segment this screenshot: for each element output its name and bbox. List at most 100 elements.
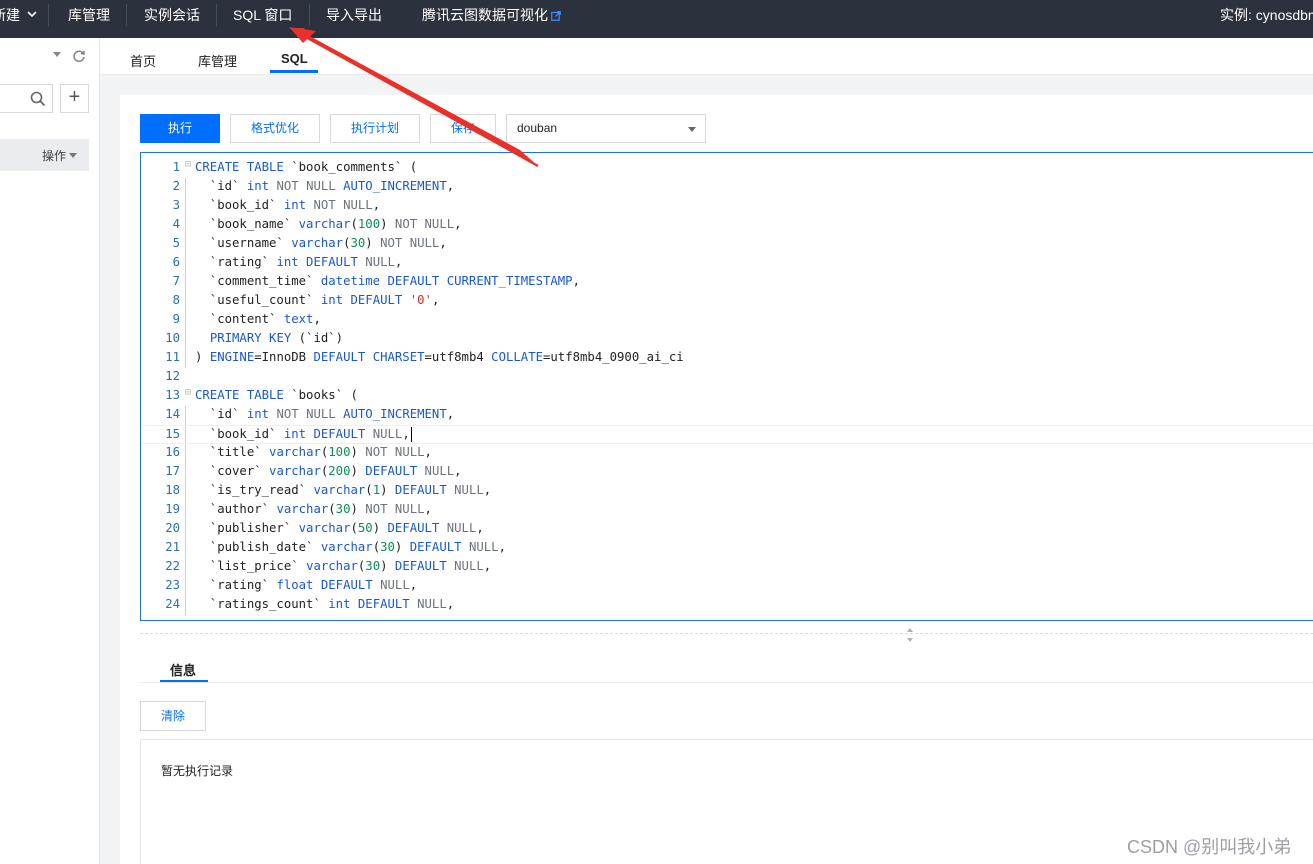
clear-button[interactable]: 清除	[140, 701, 206, 731]
code-text: PRIMARY KEY (`id`)	[209, 331, 344, 345]
nav-data-visualization[interactable]: 腾讯云图数据可视化	[422, 0, 561, 38]
code-text: `comment_time` datetime DEFAULT CURRENT_…	[195, 274, 580, 288]
execute-button[interactable]: 执行	[140, 114, 220, 143]
tab-info[interactable]: 信息	[170, 660, 196, 679]
operation-label: 操作	[42, 149, 67, 163]
code-line[interactable]: 1 ⊟ CREATE TABLE `book_comments` (	[141, 159, 1313, 178]
database-select[interactable]: douban	[506, 114, 706, 143]
code-line[interactable]: 4 `book_name` varchar(100) NOT NULL,	[141, 216, 1313, 235]
nav-db-management[interactable]: 库管理	[68, 0, 110, 38]
line-number: 3	[172, 198, 180, 212]
line-number: 18	[165, 483, 180, 497]
divider	[309, 4, 310, 26]
code-line[interactable]: 19 `author` varchar(30) NOT NULL,	[141, 501, 1313, 520]
indent-guide	[185, 254, 186, 273]
indent-guide	[185, 426, 186, 443]
code-line[interactable]: 3 `book_id` int NOT NULL,	[141, 197, 1313, 216]
nav-import-export-label: 导入导出	[326, 7, 382, 23]
line-number: 5	[172, 236, 180, 250]
line-number: 2	[172, 179, 180, 193]
sidebar-search-input[interactable]	[0, 84, 53, 113]
external-link-icon	[551, 11, 561, 22]
line-number: 9	[172, 312, 180, 326]
refresh-icon[interactable]	[72, 49, 86, 63]
code-line[interactable]: 11) ENGINE=InnoDB DEFAULT CHARSET=utf8mb…	[141, 349, 1313, 368]
database-select-value: douban	[517, 121, 558, 135]
code-line[interactable]: 10 PRIMARY KEY (`id`)	[141, 330, 1313, 349]
empty-result-message: 暂无执行记录	[161, 764, 234, 778]
code-line[interactable]: 7 `comment_time` datetime DEFAULT CURREN…	[141, 273, 1313, 292]
code-line[interactable]: 21 `publish_date` varchar(30) DEFAULT NU…	[141, 539, 1313, 558]
tab-db-management[interactable]: 库管理	[198, 51, 237, 70]
code-line[interactable]: 16 `title` varchar(100) NOT NULL,	[141, 444, 1313, 463]
indent-guide	[185, 558, 186, 577]
tab-sql[interactable]: SQL	[281, 51, 308, 66]
code-text: `book_name` varchar(100) NOT NULL,	[195, 217, 462, 231]
add-icon[interactable]: +	[60, 84, 89, 113]
code-line[interactable]: 18 `is_try_read` varchar(1) DEFAULT NULL…	[141, 482, 1313, 501]
fold-icon[interactable]: ⊟	[185, 159, 191, 170]
nav-import-export[interactable]: 导入导出	[326, 0, 382, 38]
resize-handle-icon[interactable]	[905, 626, 915, 644]
save-button[interactable]: 保存	[430, 114, 496, 143]
divider	[126, 4, 127, 26]
line-number: 1	[172, 160, 180, 174]
code-text: CREATE TABLE `book_comments` (	[195, 160, 418, 174]
execution-plan-button[interactable]: 执行计划	[330, 114, 420, 143]
code-text: `title` varchar(100) NOT NULL,	[195, 445, 432, 459]
line-number: 22	[165, 559, 180, 573]
line-number: 15	[165, 427, 180, 441]
code-line[interactable]: 12	[141, 368, 1313, 387]
code-line[interactable]: 5 `username` varchar(30) NOT NULL,	[141, 235, 1313, 254]
active-tab-indicator	[270, 70, 318, 73]
sql-editor[interactable]: 1 ⊟ CREATE TABLE `book_comments` ( 2 `id` i…	[140, 152, 1313, 621]
code-text: `book_id` int NOT NULL,	[195, 198, 381, 212]
line-number: 4	[172, 217, 180, 231]
code-text: `useful_count` int DEFAULT '0',	[195, 293, 440, 307]
pane-resizer[interactable]	[140, 633, 1313, 634]
line-number: 23	[165, 578, 180, 592]
nav-sql-window[interactable]: SQL 窗口	[233, 0, 292, 38]
code-line[interactable]: 6 `rating` int DEFAULT NULL,	[141, 254, 1313, 273]
chevron-down-icon[interactable]	[26, 9, 38, 19]
code-text: `cover` varchar(200) DEFAULT NULL,	[195, 464, 462, 478]
code-line[interactable]: 9 `content` text,	[141, 311, 1313, 330]
indent-guide	[185, 311, 186, 330]
nav-instance-session[interactable]: 实例会话	[144, 0, 200, 38]
code-text: `author` varchar(30) NOT NULL,	[195, 502, 432, 516]
line-number: 16	[165, 445, 180, 459]
caret-down-icon[interactable]	[53, 52, 61, 57]
code-line[interactable]: 8 `useful_count` int DEFAULT '0',	[141, 292, 1313, 311]
fold-icon[interactable]: ⊟	[185, 387, 191, 398]
code-line[interactable]: 20 `publisher` varchar(50) DEFAULT NULL,	[141, 520, 1313, 539]
code-text: `is_try_read` varchar(1) DEFAULT NULL,	[195, 483, 492, 497]
code-line[interactable]: 22 `list_price` varchar(30) DEFAULT NULL…	[141, 558, 1313, 577]
operation-dropdown[interactable]: 操作	[0, 139, 89, 171]
line-number: 6	[172, 255, 180, 269]
indent-guide	[185, 273, 186, 292]
caret-down-icon	[688, 127, 696, 132]
line-number: 10	[165, 331, 180, 345]
instance-info-label: 实例: cynosdbm	[1220, 7, 1313, 23]
indent-guide	[185, 178, 186, 197]
code-line[interactable]: 15 `book_id` int DEFAULT NULL,	[141, 425, 1313, 444]
divider	[216, 4, 217, 26]
indent-guide	[185, 596, 186, 615]
code-line[interactable]: 17 `cover` varchar(200) DEFAULT NULL,	[141, 463, 1313, 482]
line-number: 20	[165, 521, 180, 535]
code-text: `rating` int DEFAULT NULL,	[195, 255, 403, 269]
code-line[interactable]: 2 `id` int NOT NULL AUTO_INCREMENT,	[141, 178, 1313, 197]
indent-guide	[185, 501, 186, 520]
line-number: 17	[165, 464, 180, 478]
format-button[interactable]: 格式优化	[230, 114, 320, 143]
code-line[interactable]: 14 `id` int NOT NULL AUTO_INCREMENT,	[141, 406, 1313, 425]
new-menu[interactable]: 新建	[0, 0, 28, 38]
code-line[interactable]: 24 `ratings_count` int DEFAULT NULL,	[141, 596, 1313, 615]
tab-bar: 首页 库管理 SQL	[100, 38, 1313, 75]
instance-info: 实例: cynosdbm	[1220, 0, 1313, 38]
code-line[interactable]: 23 `rating` float DEFAULT NULL,	[141, 577, 1313, 596]
tab-home[interactable]: 首页	[130, 51, 156, 70]
code-text: `ratings_count` int DEFAULT NULL,	[195, 597, 455, 611]
code-line[interactable]: 13 ⊟ CREATE TABLE `books` (	[141, 387, 1313, 406]
search-icon[interactable]	[30, 91, 46, 107]
